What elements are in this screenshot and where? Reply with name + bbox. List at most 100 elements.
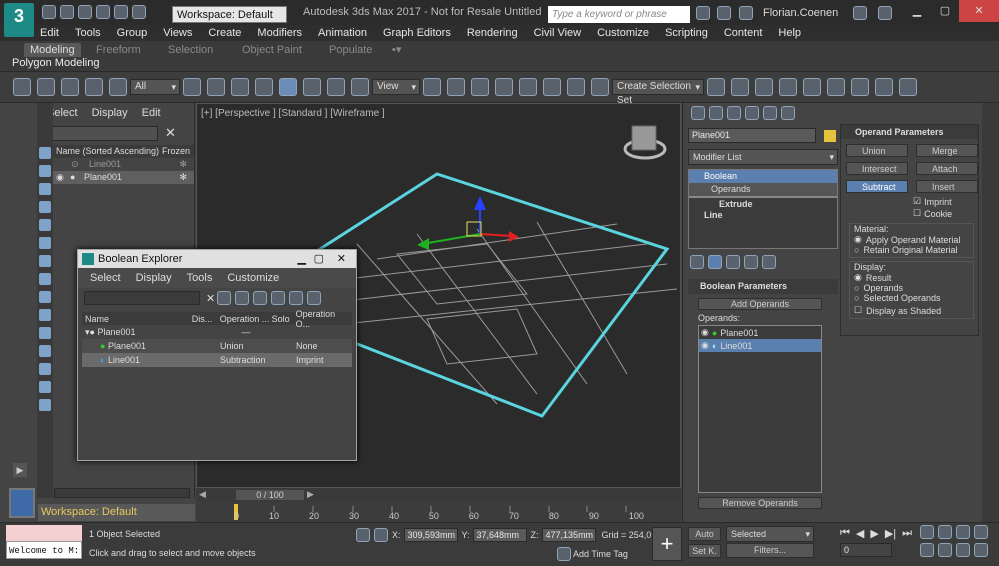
- render-setup-icon[interactable]: [899, 78, 917, 96]
- key-filter-dropdown[interactable]: Selected: [726, 526, 814, 542]
- menu-civil-view[interactable]: Civil View: [534, 27, 581, 39]
- menu-animation[interactable]: Animation: [318, 27, 367, 39]
- absolute-mode-icon[interactable]: [374, 528, 388, 542]
- tab-modeling[interactable]: Modeling: [24, 43, 81, 57]
- exchange-icon[interactable]: [853, 6, 867, 20]
- modifier-list-dropdown[interactable]: Modifier List: [688, 149, 838, 165]
- add-operands-button[interactable]: Add Operands: [698, 298, 822, 310]
- tab-populate[interactable]: Populate: [329, 43, 372, 57]
- mirror-icon[interactable]: [707, 78, 725, 96]
- list-item[interactable]: ⊙ Line001 ✻: [53, 158, 194, 171]
- make-unique-icon[interactable]: [726, 255, 740, 269]
- pivot-center-icon[interactable]: [423, 78, 441, 96]
- close-icon[interactable]: ✕: [959, 0, 999, 22]
- boolean-parameters-rollout[interactable]: Boolean Parameters: [688, 279, 838, 294]
- subtract-button[interactable]: Subtract: [846, 180, 908, 193]
- current-frame-field[interactable]: 0: [840, 543, 892, 557]
- tab-object-paint[interactable]: Object Paint: [242, 43, 302, 57]
- cookie-checkbox[interactable]: ☐ Cookie: [913, 208, 978, 219]
- menu-tools[interactable]: Tools: [75, 27, 101, 39]
- bex-search-input[interactable]: [84, 291, 200, 305]
- search-input[interactable]: Type a keyword or phrase: [548, 6, 690, 23]
- toolbar-icon[interactable]: [235, 291, 250, 305]
- redo-icon[interactable]: [114, 5, 128, 19]
- eye-icon[interactable]: ◉: [701, 340, 709, 351]
- ribbon-toggle-icon[interactable]: [803, 78, 821, 96]
- schematic-view-icon[interactable]: [851, 78, 869, 96]
- layer-explorer-icon[interactable]: [779, 78, 797, 96]
- lock-selection-icon[interactable]: [356, 528, 370, 542]
- undo-icon[interactable]: [96, 5, 110, 19]
- display-selected-operands-radio[interactable]: ○ Selected Operands: [854, 293, 969, 303]
- selection-filter-dropdown[interactable]: All: [130, 79, 180, 95]
- filter-hidden-icon[interactable]: [39, 345, 51, 357]
- utilities-tab-icon[interactable]: [781, 106, 795, 120]
- menu-group[interactable]: Group: [117, 27, 148, 39]
- previous-frame-icon[interactable]: ◀: [856, 527, 864, 540]
- attach-button[interactable]: Attach: [916, 162, 978, 175]
- named-selection-icon[interactable]: [591, 78, 609, 96]
- close-icon[interactable]: ✕: [165, 125, 176, 141]
- stack-item-extrude[interactable]: Extrude: [689, 196, 837, 209]
- select-by-name-icon[interactable]: [207, 78, 225, 96]
- curve-editor-icon[interactable]: [827, 78, 845, 96]
- table-row[interactable]: ◐ Line001 Subtraction Imprint: [82, 353, 352, 367]
- save-icon[interactable]: [78, 5, 92, 19]
- scene-search-input[interactable]: [40, 125, 158, 141]
- scene-menu-display[interactable]: Display: [92, 107, 128, 119]
- go-to-start-icon[interactable]: ⏮: [840, 527, 850, 540]
- display-as-shaded-checkbox[interactable]: ☐ Display as Shaded: [854, 305, 969, 316]
- union-button[interactable]: Union: [846, 144, 908, 157]
- move-icon[interactable]: [279, 78, 297, 96]
- pin-stack-icon[interactable]: [690, 255, 704, 269]
- menu-edit[interactable]: Edit: [40, 27, 59, 39]
- lock-icon[interactable]: [289, 291, 304, 305]
- maxscript-mini-listener[interactable]: [6, 525, 82, 541]
- keyboard-shortcut-icon[interactable]: [471, 78, 489, 96]
- field-of-view-icon[interactable]: [920, 543, 934, 557]
- move-gizmo[interactable]: [417, 196, 519, 250]
- show-end-result-icon[interactable]: [708, 255, 722, 269]
- eye-icon[interactable]: ◉: [701, 327, 709, 338]
- maxscript-listener[interactable]: Welcome to M:: [6, 541, 82, 559]
- expand-arrow-icon[interactable]: ▶: [13, 463, 27, 477]
- workspace-selector[interactable]: Workspace: Default: [38, 504, 195, 521]
- panel-scrollbar[interactable]: [982, 103, 999, 523]
- boolean-explorer-titlebar[interactable]: Boolean Explorer ▁ ▢ ✕: [78, 250, 356, 268]
- x-field[interactable]: 309,593mm: [403, 528, 458, 542]
- close-icon[interactable]: ✕: [337, 250, 346, 268]
- stack-item-line[interactable]: Line: [689, 209, 837, 222]
- filter-xrefs-icon[interactable]: [39, 273, 51, 285]
- list-item[interactable]: ◉ ● Plane001: [699, 326, 821, 339]
- menu-modifiers[interactable]: Modifiers: [257, 27, 302, 39]
- intersect-button[interactable]: Intersect: [846, 162, 908, 175]
- hierarchy-tab-icon[interactable]: [727, 106, 741, 120]
- unlink-icon[interactable]: [85, 78, 103, 96]
- imprint-checkbox[interactable]: ☑ Imprint: [913, 196, 978, 207]
- toggle-scene-explorer-icon[interactable]: [755, 78, 773, 96]
- filter-containers-icon[interactable]: [39, 309, 51, 321]
- display-result-radio[interactable]: ◉ Result: [854, 272, 969, 283]
- project-folder-icon[interactable]: [132, 5, 146, 19]
- new-file-icon[interactable]: [42, 5, 56, 19]
- remove-modifier-icon[interactable]: [744, 255, 758, 269]
- key-filters-button[interactable]: Filters...: [726, 543, 814, 558]
- viewcube-icon[interactable]: [623, 125, 667, 160]
- go-to-end-icon[interactable]: ⏭: [902, 527, 912, 540]
- column-name[interactable]: Name: [82, 314, 192, 324]
- reference-coord-dropdown[interactable]: View: [372, 79, 420, 95]
- table-row[interactable]: ● Plane001 Union None: [82, 339, 352, 353]
- align-icon[interactable]: [731, 78, 749, 96]
- display-all-icon[interactable]: [39, 363, 51, 375]
- redo-icon[interactable]: [37, 78, 55, 96]
- column-operation[interactable]: Operation ...: [220, 314, 272, 324]
- layer-toggle-icon[interactable]: [9, 488, 35, 518]
- object-name-field[interactable]: Plane001: [688, 128, 816, 143]
- manipulate-icon[interactable]: [447, 78, 465, 96]
- filter-groups-icon[interactable]: [39, 255, 51, 267]
- list-item[interactable]: ◉ ● Plane001 ✻: [53, 171, 194, 184]
- search-icon[interactable]: [696, 6, 710, 20]
- minimize-icon[interactable]: ▁: [903, 0, 931, 22]
- window-crossing-icon[interactable]: [255, 78, 273, 96]
- track-bar[interactable]: 0 10 20 30 40 50 60 70 80 90 100: [196, 502, 681, 522]
